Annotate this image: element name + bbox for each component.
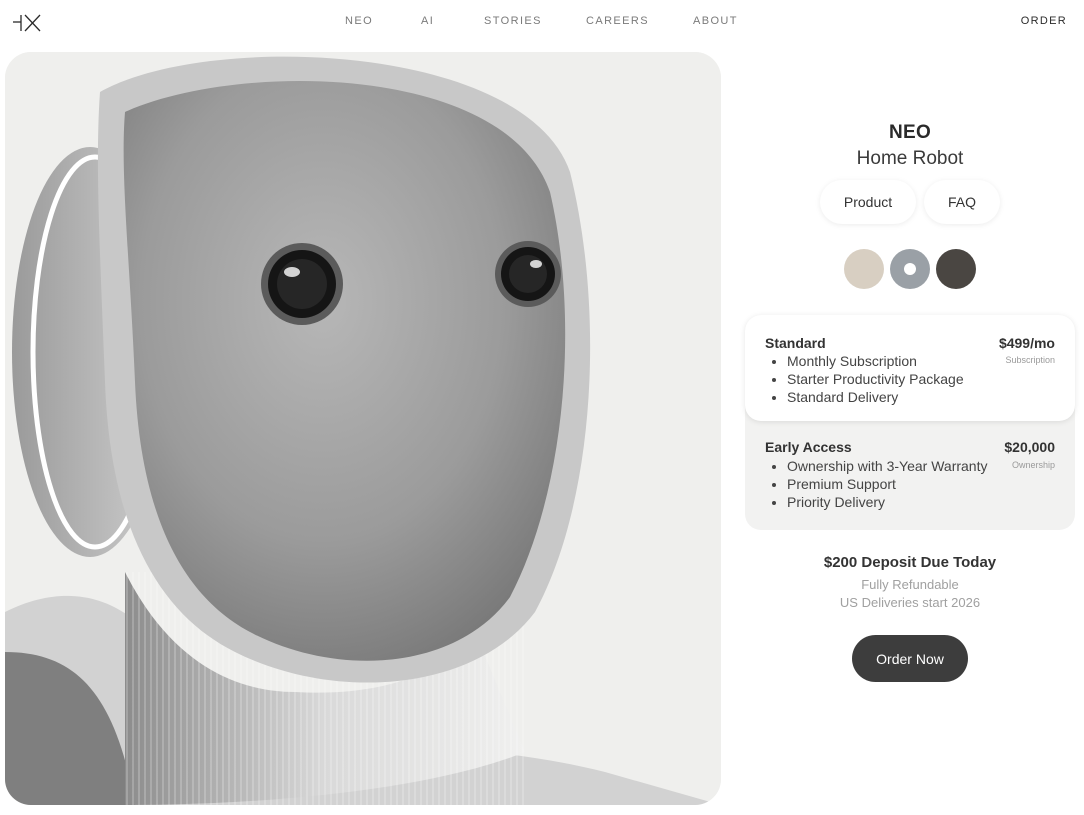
product-subtitle: Home Robot — [856, 148, 964, 169]
plan-type: Ownership — [1011, 460, 1055, 470]
plan-selector: Standard $499/mo Subscription Monthly Su… — [745, 315, 1075, 530]
primary-nav: NEO AI STORIES CAREERS ABOUT — [0, 15, 1084, 29]
plan-feature: Priority Delivery — [787, 493, 987, 511]
tab-product[interactable]: Product — [820, 180, 916, 224]
top-nav: NEO AI STORIES CAREERS ABOUT ORDER — [0, 0, 1084, 44]
plan-price: $20,000 — [1004, 439, 1055, 455]
plan-feature: Starter Productivity Package — [787, 370, 964, 388]
robot-right-eye — [495, 241, 561, 307]
plan-price: $499/mo — [998, 335, 1055, 351]
plan-features: Monthly Subscription Starter Productivit… — [787, 352, 964, 406]
order-now-button[interactable]: Order Now — [852, 635, 968, 682]
plan-feature: Ownership with 3-Year Warranty — [787, 457, 987, 475]
plan-feature: Premium Support — [787, 475, 987, 493]
robot-illustration — [5, 52, 721, 805]
nav-link-ai[interactable]: AI — [421, 15, 434, 27]
plan-name: Standard — [765, 335, 826, 351]
nav-order-link[interactable]: ORDER — [1021, 15, 1067, 27]
delivery-note: US Deliveries start 2026 — [839, 595, 981, 610]
product-name: NEO — [888, 122, 932, 143]
selected-indicator-icon — [904, 263, 916, 275]
plan-option-early-access[interactable]: Early Access $20,000 Ownership Ownership… — [745, 429, 1075, 529]
plan-name: Early Access — [765, 439, 852, 455]
plan-type: Subscription — [1005, 355, 1055, 365]
refund-note: Fully Refundable — [861, 577, 959, 592]
color-swatch-dark[interactable] — [936, 249, 976, 289]
hero-robot-image — [5, 52, 721, 805]
nav-link-neo[interactable]: NEO — [345, 15, 373, 27]
nav-link-careers[interactable]: CAREERS — [586, 15, 649, 27]
deposit-text: $200 Deposit Due Today — [823, 554, 997, 571]
tab-faq[interactable]: FAQ — [924, 180, 1000, 224]
nav-link-stories[interactable]: STORIES — [484, 15, 542, 27]
robot-left-eye — [261, 243, 343, 325]
nav-link-about[interactable]: ABOUT — [693, 15, 738, 27]
plan-feature: Standard Delivery — [787, 388, 964, 406]
color-swatch-beige[interactable] — [844, 249, 884, 289]
plan-feature: Monthly Subscription — [787, 352, 964, 370]
color-swatch-gray[interactable] — [890, 249, 930, 289]
plan-option-standard[interactable]: Standard $499/mo Subscription Monthly Su… — [745, 315, 1075, 421]
plan-features: Ownership with 3-Year Warranty Premium S… — [787, 457, 987, 511]
